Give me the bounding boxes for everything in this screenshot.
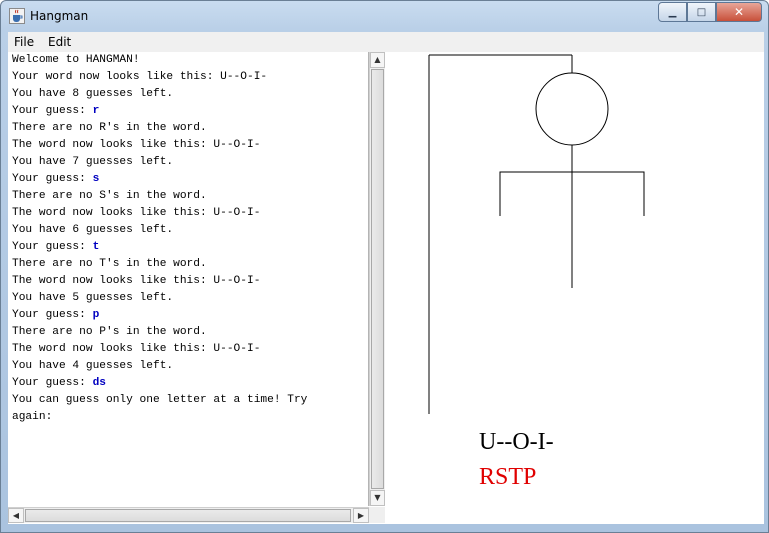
menu-file[interactable]: File xyxy=(14,35,34,49)
console-line-text: You have 4 guesses left. xyxy=(12,360,174,372)
hangman-canvas: U--O-I- RSTP xyxy=(386,52,764,524)
console-line: You have 5 guesses left. xyxy=(12,292,173,304)
minimize-button[interactable]: ▁ xyxy=(658,2,687,22)
console-line: There are no S's in the word. xyxy=(12,190,207,202)
scroll-right-button[interactable]: ▶ xyxy=(353,508,369,523)
guess-input-echo: r xyxy=(92,105,100,117)
console-line-text: The word now looks like this: U--O-I- xyxy=(12,275,261,287)
console-line: You have 7 guesses left. xyxy=(12,156,173,168)
console-line-text: again: xyxy=(12,411,53,423)
console-line: Your guess: p xyxy=(12,309,99,321)
console-text-area[interactable]: Welcome to HANGMAN! Your word now looks l… xyxy=(8,52,369,506)
console-line-text: There are no T's in the word. xyxy=(12,258,207,270)
close-button[interactable]: ✕ xyxy=(716,2,762,22)
console-line: Welcome to HANGMAN! xyxy=(12,54,140,66)
minimize-icon: ▁ xyxy=(668,6,677,18)
horizontal-scroll-thumb[interactable] xyxy=(25,509,351,522)
console-line-text: The word now looks like this: U--O-I- xyxy=(12,343,261,355)
console-line: Your guess: r xyxy=(12,105,99,117)
console-line-text: The word now looks like this: U--O-I- xyxy=(12,207,261,219)
console-line: You have 6 guesses left. xyxy=(12,224,173,236)
console-line: There are no P's in the word. xyxy=(12,326,207,338)
console-line: There are no T's in the word. xyxy=(12,258,207,270)
gallows-drawing xyxy=(428,54,645,414)
maximize-button[interactable]: □ xyxy=(687,2,716,22)
client-area: Welcome to HANGMAN! Your word now looks l… xyxy=(8,52,764,524)
console-line-text: You have 8 guesses left. xyxy=(12,88,174,100)
console-line: Your guess: t xyxy=(12,241,99,253)
down-arrow-icon: ▼ xyxy=(374,493,381,502)
console-line-text: Your guess: xyxy=(12,105,93,117)
console-line-text: Your guess: xyxy=(12,241,93,253)
console-line: The word now looks like this: U--O-I- xyxy=(12,207,260,219)
vertical-scrollbar[interactable]: ▲ ▼ xyxy=(369,52,385,506)
window-title: Hangman xyxy=(30,9,89,23)
hangman-left-arm xyxy=(499,171,572,216)
hangman-right-arm xyxy=(572,171,645,216)
close-icon: ✕ xyxy=(733,5,745,19)
horizontal-scrollbar[interactable]: ◀ ▶ xyxy=(8,507,369,523)
console-line: The word now looks like this: U--O-I- xyxy=(12,275,260,287)
scroll-left-button[interactable]: ◀ xyxy=(8,508,24,523)
console-line-text: The word now looks like this: U--O-I- xyxy=(12,139,261,151)
window-controls: ▁ □ ✕ xyxy=(658,2,762,22)
left-arrow-icon: ◀ xyxy=(12,511,20,520)
guess-input-echo: p xyxy=(92,309,100,321)
incorrect-letters: RSTP xyxy=(479,464,537,490)
hangman-window: Hangman ▁ □ ✕ File Edit Welcome to HANGM… xyxy=(0,0,769,533)
title-bar[interactable]: Hangman ▁ □ ✕ xyxy=(1,1,768,31)
console-line-text: There are no S's in the word. xyxy=(12,190,207,202)
word-progress: U--O-I- xyxy=(479,429,554,455)
vertical-scroll-thumb[interactable] xyxy=(371,69,384,489)
console-line-text: You have 6 guesses left. xyxy=(12,224,174,236)
console-line: There are no R's in the word. xyxy=(12,122,207,134)
console-line: Your guess: ds xyxy=(12,377,106,389)
console-line-text: Your word now looks like this: U--O-I- xyxy=(12,71,268,83)
maximize-icon: □ xyxy=(696,6,707,18)
console-line-text: There are no R's in the word. xyxy=(12,122,207,134)
console-line: You have 8 guesses left. xyxy=(12,88,173,100)
console-line: Your guess: s xyxy=(12,173,99,185)
console-line: Your word now looks like this: U--O-I- xyxy=(12,71,267,83)
console-line-text: Your guess: xyxy=(12,377,93,389)
console-line: You can guess only one letter at a time!… xyxy=(12,394,307,406)
hangman-head xyxy=(535,72,609,146)
java-cup-icon xyxy=(9,8,25,24)
console-line: again: xyxy=(12,411,52,423)
scroll-down-button[interactable]: ▼ xyxy=(370,490,385,506)
guess-input-echo: t xyxy=(92,241,100,253)
guess-input-echo: ds xyxy=(92,377,107,389)
console-line-text: Your guess: xyxy=(12,309,93,321)
console-line: The word now looks like this: U--O-I- xyxy=(12,139,260,151)
scroll-up-button[interactable]: ▲ xyxy=(370,52,385,68)
menu-bar: File Edit xyxy=(8,32,764,52)
console-line-text: You can guess only one letter at a time!… xyxy=(12,394,308,406)
console-line-text: Your guess: xyxy=(12,173,93,185)
console-line: You have 4 guesses left. xyxy=(12,360,173,372)
right-arrow-icon: ▶ xyxy=(357,511,365,520)
console-line: The word now looks like this: U--O-I- xyxy=(12,343,260,355)
console-line-text: There are no P's in the word. xyxy=(12,326,207,338)
console-line-text: You have 5 guesses left. xyxy=(12,292,174,304)
scroll-corner xyxy=(369,507,385,523)
console-line-text: You have 7 guesses left. xyxy=(12,156,174,168)
console-line-text: Welcome to HANGMAN! xyxy=(12,54,140,66)
guess-input-echo: s xyxy=(92,173,100,185)
up-arrow-icon: ▲ xyxy=(374,55,381,64)
menu-edit[interactable]: Edit xyxy=(48,35,71,49)
